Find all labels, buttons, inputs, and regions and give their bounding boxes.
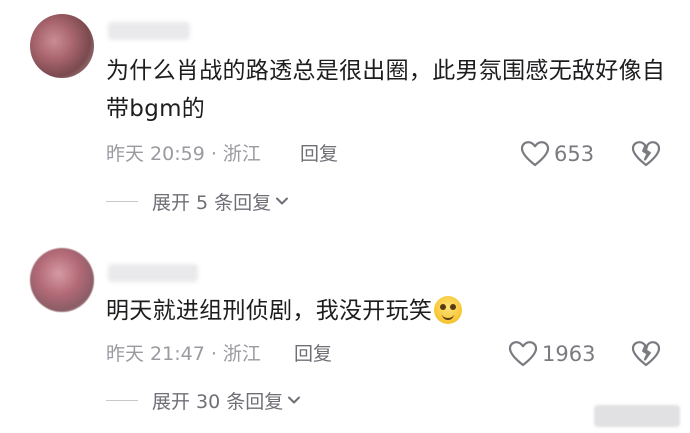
- comment-text-content: 明天就进组刑侦剧，我没开玩笑: [106, 298, 433, 324]
- reply-button[interactable]: 回复: [300, 140, 338, 168]
- chevron-down-icon: [288, 396, 301, 404]
- avatar[interactable]: [30, 14, 94, 78]
- smiling-face-emoji: [434, 296, 463, 324]
- expand-label: 展开 30 条回复: [152, 390, 284, 413]
- comment-text: 明天就进组刑侦剧，我没开玩笑: [106, 292, 666, 330]
- like-count: 653: [554, 142, 595, 166]
- reply-button[interactable]: 回复: [294, 340, 332, 368]
- comment-meta: 昨天 20:59 · 浙江: [106, 143, 261, 165]
- expand-label: 展开 5 条回复: [152, 191, 272, 214]
- like-count: 1963: [542, 342, 596, 366]
- comment-list: 为什么肖战的路透总是很出圈，此男氛围感无敌好像自带bgm的 昨天 20:59 ·…: [0, 0, 690, 433]
- broken-heart-icon: [631, 141, 661, 167]
- avatar[interactable]: [30, 248, 94, 312]
- username[interactable]: [108, 264, 198, 282]
- heart-outline-icon: [520, 141, 550, 167]
- heart-outline-icon: [508, 341, 538, 367]
- like-button[interactable]: 653: [520, 139, 594, 169]
- broken-heart-icon: [631, 341, 661, 367]
- divider: [106, 399, 138, 401]
- expand-replies-button[interactable]: 展开 30 条回复: [106, 387, 301, 413]
- dislike-button[interactable]: [631, 339, 661, 369]
- divider: [106, 200, 138, 202]
- chevron-down-icon: [276, 197, 289, 205]
- like-button[interactable]: 1963: [508, 339, 595, 369]
- comment-text: 为什么肖战的路透总是很出圈，此男氛围感无敌好像自带bgm的: [106, 58, 666, 122]
- dislike-button[interactable]: [631, 139, 661, 169]
- watermark: [594, 405, 680, 427]
- username[interactable]: [108, 22, 190, 40]
- comment-meta: 昨天 21:47 · 浙江: [106, 343, 261, 365]
- expand-replies-button[interactable]: 展开 5 条回复: [106, 188, 289, 214]
